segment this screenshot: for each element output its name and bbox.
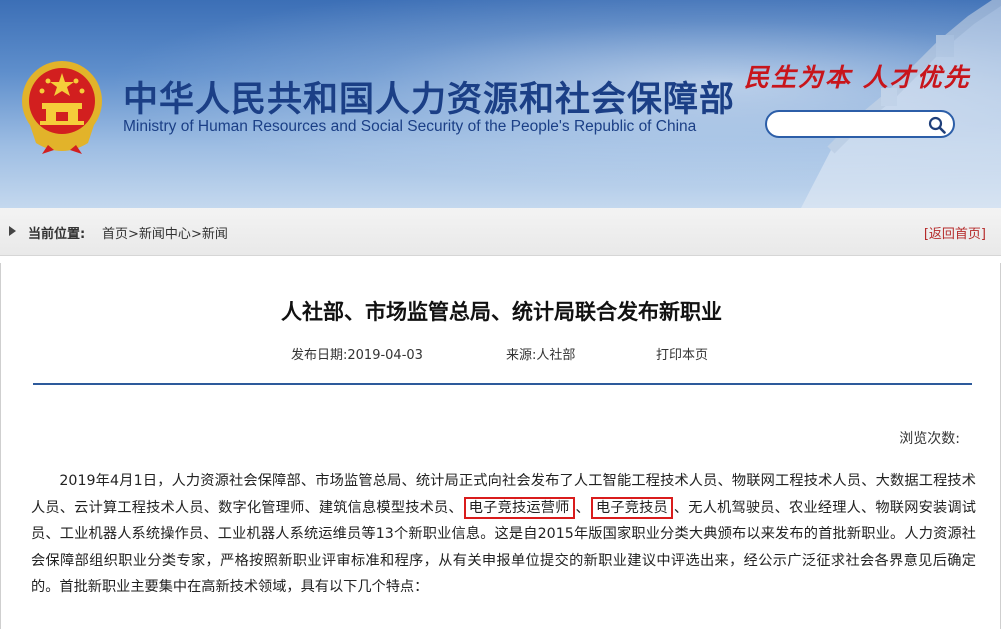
source-label: 来源: [506, 348, 537, 363]
article-title: 人社部、市场监管总局、统计局联合发布新职业 [281, 300, 722, 324]
breadcrumb-label: 当前位置: [28, 227, 86, 242]
publish-date: 发布日期:2019-04-03 [291, 344, 423, 363]
breadcrumb-news[interactable]: 新闻 [202, 227, 228, 242]
back-home-link[interactable]: [返回首页] [924, 223, 986, 242]
view-count: 浏览次数: [899, 431, 960, 447]
paragraph-separator: 、 [575, 499, 590, 516]
title-divider [33, 383, 972, 385]
great-wall-image [801, 0, 1001, 208]
breadcrumb-home[interactable]: 首页 [102, 227, 128, 242]
search-icon[interactable] [927, 115, 947, 135]
source-value: 人社部 [536, 348, 576, 363]
highlight-esports-player: 电子竞技员 [590, 496, 673, 519]
article-paragraph: 2019年4月1日，人力资源社会保障部、市场监管总局、统计局正式向社会发布了人工… [31, 468, 976, 601]
national-emblem-icon [22, 61, 102, 154]
highlight-esports-operator: 电子竞技运营师 [463, 496, 575, 519]
breadcrumb-separator: > [128, 227, 139, 242]
site-title-cn: 中华人民共和国人力资源和社会保障部 [123, 80, 736, 120]
article-container: 人社部、市场监管总局、统计局联合发布新职业 发布日期:2019-04-03 来源… [0, 263, 1001, 629]
breadcrumb: 首页>新闻中心>新闻 [102, 223, 228, 242]
arrow-right-icon [9, 226, 16, 236]
search-box [765, 110, 955, 138]
publish-date-label: 发布日期: [291, 348, 348, 363]
publish-date-value: 2019-04-03 [347, 348, 423, 363]
search-input[interactable] [779, 115, 929, 135]
breadcrumb-bar: 当前位置: 首页>新闻中心>新闻 [返回首页] [0, 208, 1001, 256]
header-banner: 中华人民共和国人力资源和社会保障部 Ministry of Human Reso… [0, 0, 1001, 208]
breadcrumb-news-center[interactable]: 新闻中心 [139, 227, 191, 242]
site-title-en: Ministry of Human Resources and Social S… [123, 118, 697, 135]
article-source: 来源:人社部 [506, 344, 575, 363]
slogan-calligraphy: 民生为本 人才优先 [744, 63, 971, 92]
print-page-link[interactable]: 打印本页 [656, 344, 708, 363]
breadcrumb-separator: > [190, 227, 202, 242]
